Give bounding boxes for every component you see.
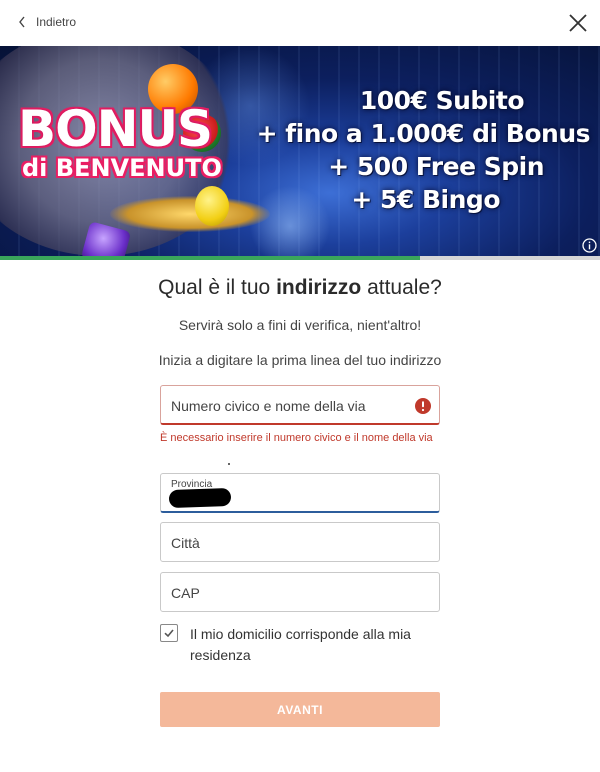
- city-placeholder: Città: [171, 535, 200, 551]
- promo-line: + 500 Free Spin: [328, 152, 544, 181]
- street-field[interactable]: Numero civico e nome della via: [160, 385, 440, 425]
- avanti-button[interactable]: AVANTI: [160, 692, 440, 727]
- redacted-value: [168, 487, 232, 509]
- province-field[interactable]: Provincia: [160, 473, 440, 513]
- info-icon[interactable]: [582, 238, 597, 253]
- bonus-subtitle: di BENVENUTO: [22, 154, 222, 182]
- close-icon[interactable]: [567, 12, 589, 34]
- checkmark-icon: [164, 629, 174, 638]
- promo-line: + 5€ Bingo: [351, 185, 500, 214]
- top-bar: Indietro: [0, 0, 600, 46]
- lemon-icon: [195, 186, 229, 226]
- back-button[interactable]: Indietro: [18, 13, 76, 31]
- chevron-left-icon: [18, 13, 32, 31]
- street-error-message: È necessario inserire il numero civico e…: [160, 432, 433, 444]
- platform-graphic: [110, 196, 270, 232]
- promo-banner: BONUS di BENVENUTO 100€ Subito + fino a …: [0, 46, 600, 256]
- residence-checkbox-label: Il mio domicilio corrisponde alla mia re…: [190, 626, 411, 663]
- page-title: Qual è il tuo indirizzo attuale?: [158, 276, 442, 299]
- street-placeholder: Numero civico e nome della via: [171, 398, 366, 414]
- city-field[interactable]: Città: [160, 522, 440, 562]
- progress-fill: [0, 256, 420, 260]
- progress-bar: [0, 256, 600, 260]
- cap-field[interactable]: CAP: [160, 572, 440, 612]
- residence-checkbox[interactable]: [160, 624, 178, 642]
- promo-text: 100€ Subito + fino a 1.000€ di Bonus + 5…: [256, 84, 591, 216]
- address-hint: Inizia a digitare la prima linea del tuo…: [158, 352, 442, 368]
- page-subtitle: Servirà solo a fini di verifica, nient'a…: [178, 317, 422, 333]
- promo-line: + fino a 1.000€ di Bonus: [256, 119, 591, 148]
- error-icon: [415, 398, 431, 414]
- bonus-title: BONUS: [18, 100, 213, 158]
- promo-line: 100€ Subito: [359, 86, 525, 115]
- back-label: Indietro: [36, 15, 77, 29]
- cap-placeholder: CAP: [171, 585, 200, 601]
